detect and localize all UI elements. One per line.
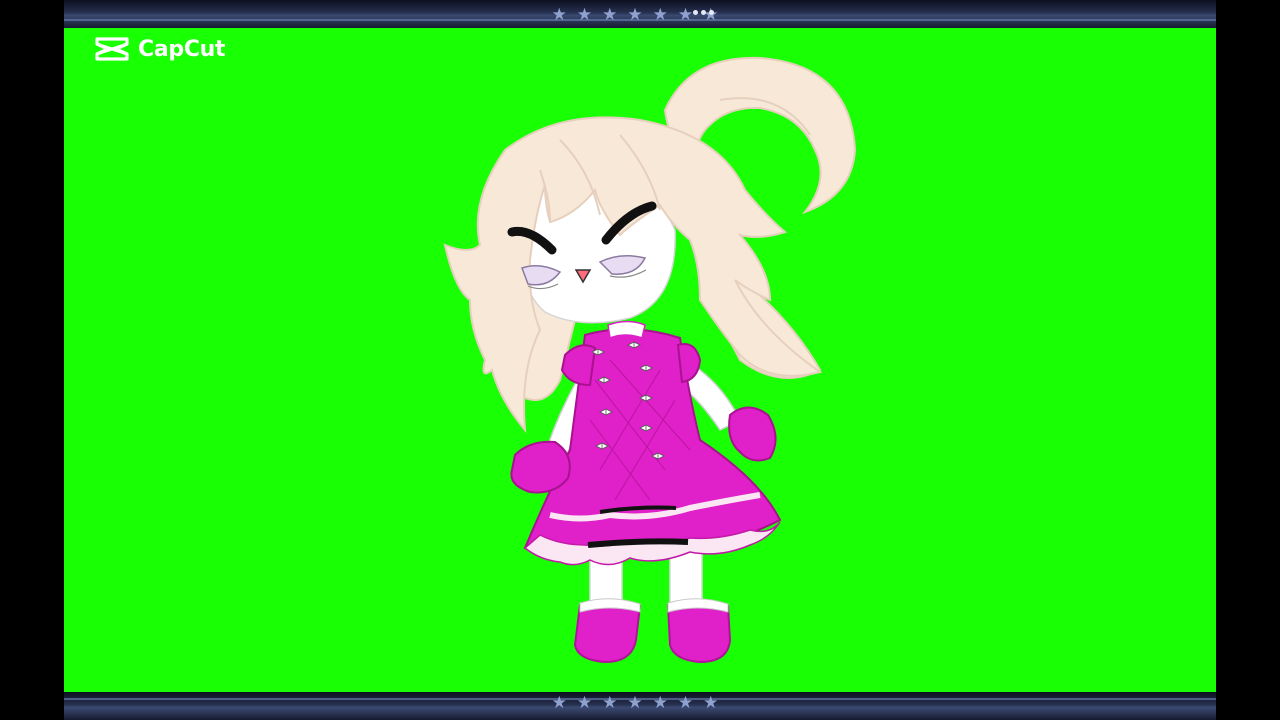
top-decorative-bar: ★★★★★★★ <box>64 0 1216 28</box>
right-glove <box>728 406 777 462</box>
video-frame: ★★★★★★★ CapCut ★★★★★★★ <box>0 0 1280 720</box>
left-glove <box>510 440 571 494</box>
more-dots-icon[interactable] <box>693 8 715 16</box>
star-row-top: ★★★★★★★ <box>551 5 729 25</box>
star-row-bottom: ★★★★★★★ <box>551 693 729 713</box>
green-screen-background: CapCut <box>64 28 1216 692</box>
boots <box>573 598 732 664</box>
gacha-character <box>443 56 857 664</box>
bottom-decorative-bar: ★★★★★★★ <box>64 692 1216 720</box>
